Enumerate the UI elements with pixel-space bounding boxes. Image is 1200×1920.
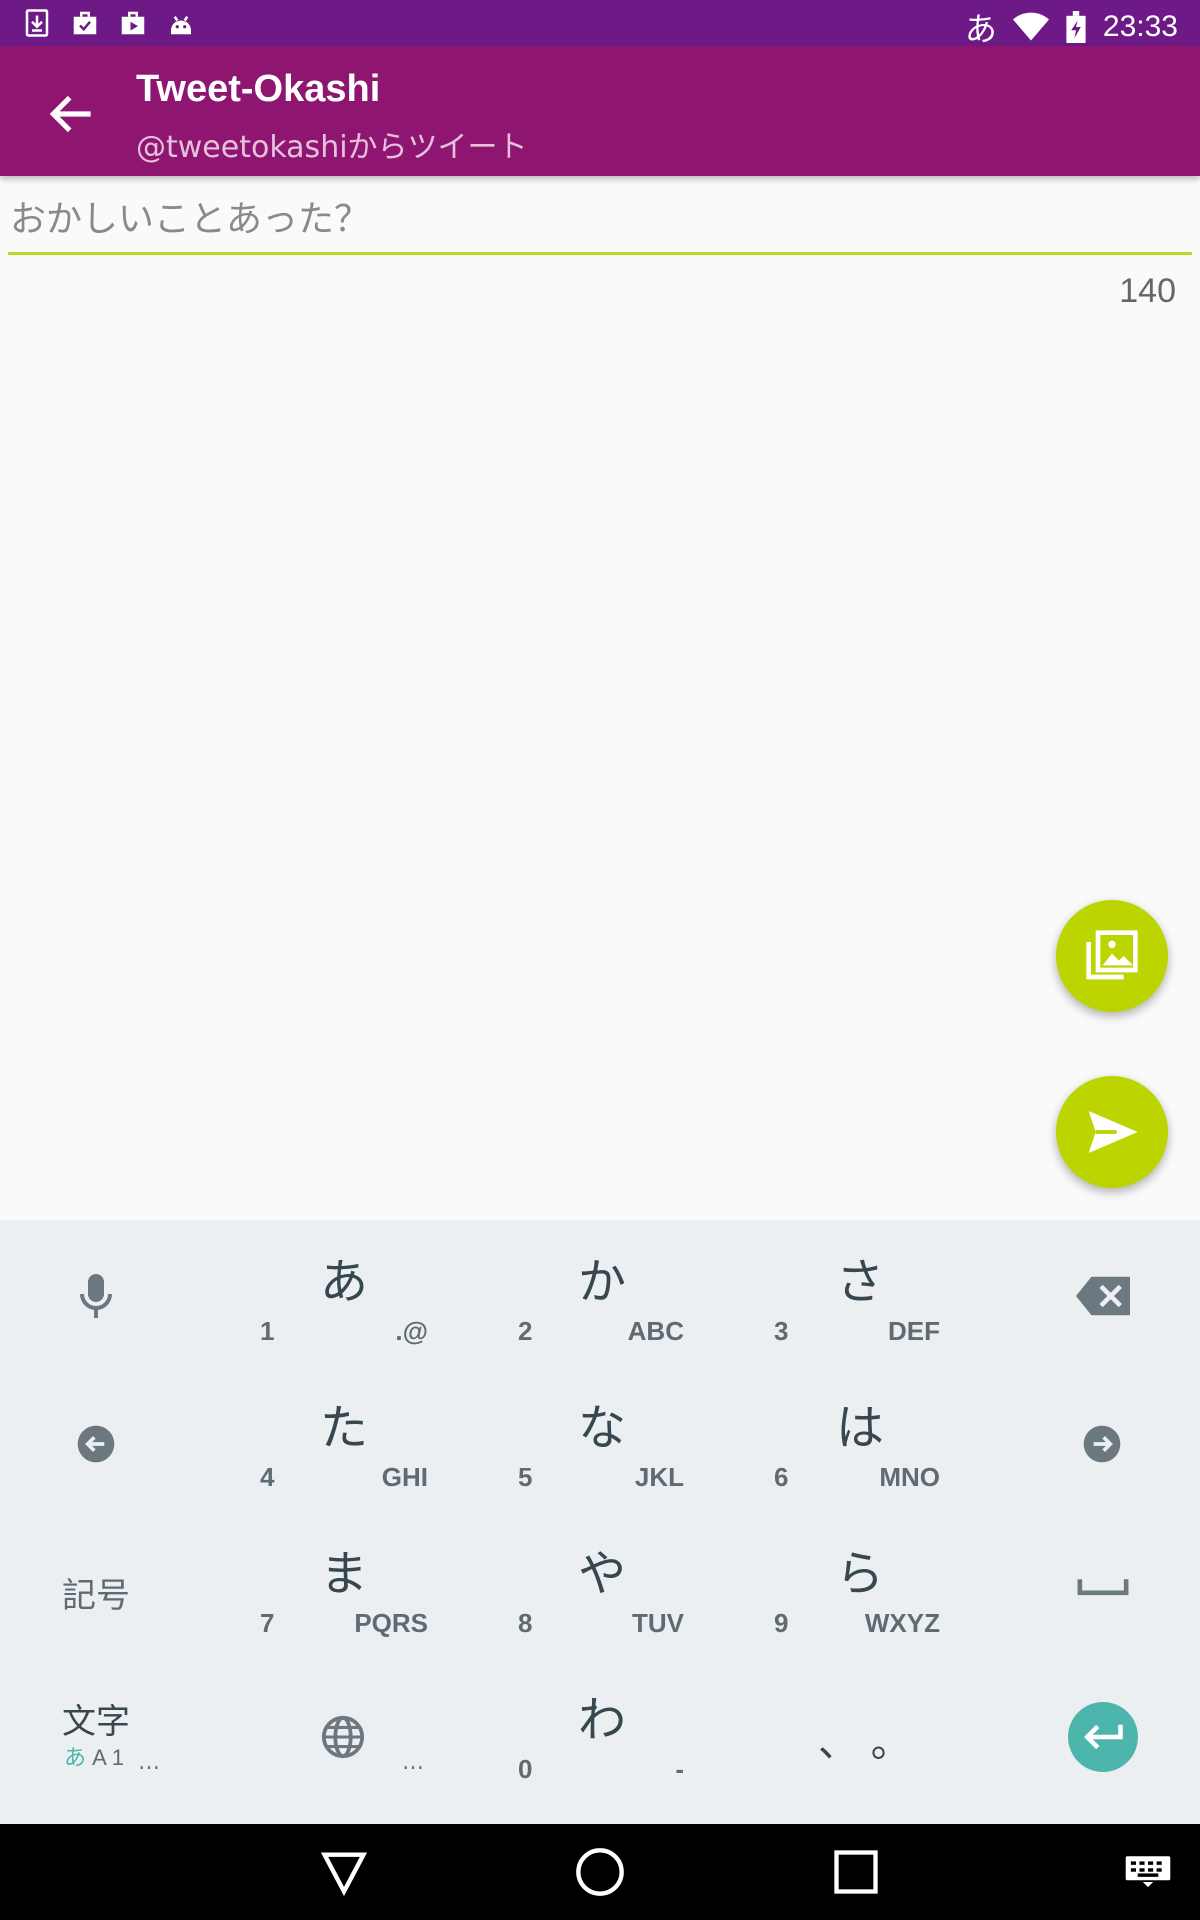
wifi-icon [1012,12,1049,41]
image-gallery-icon [1086,930,1138,980]
cursor-left-icon[interactable] [76,1424,116,1464]
nav-recents-icon[interactable] [830,1846,882,1898]
add-image-button[interactable] [1056,900,1168,1012]
clock: 23:33 [1102,10,1178,43]
page-subtitle: @tweetokashiからツイート [136,130,528,165]
play-store-icon [121,11,145,35]
clipboard-check-icon [73,11,97,35]
navigation-bar [0,1824,1200,1920]
nav-back-icon[interactable] [318,1846,370,1898]
globe-icon[interactable] [320,1714,366,1760]
globe-ellipsis: … [402,1750,424,1775]
mode-ellipsis: … [138,1750,160,1775]
download-icon [25,9,49,37]
soft-keyboard: 記号 文字 あ A 1 … あ 1 .@ か 2 ABC さ 3 DEF た 4… [0,1220,1200,1824]
microphone-icon[interactable] [76,1272,116,1320]
symbol-key[interactable]: 記号 [62,1568,130,1617]
cursor-right-icon[interactable] [1082,1424,1122,1464]
input-mode-sub: あ A 1 [64,1745,124,1770]
back-arrow-icon[interactable] [44,86,100,142]
send-tweet-button[interactable] [1056,1076,1168,1188]
keyboard-switch-icon[interactable] [1124,1846,1172,1894]
send-icon [1088,1111,1138,1153]
backspace-icon[interactable] [1076,1276,1130,1316]
battery-charging-icon [1066,11,1086,43]
ime-indicator: あ [964,10,997,48]
tweet-input[interactable] [8,186,1192,252]
page-title: Tweet-Okashi [136,68,381,110]
enter-button[interactable] [1068,1702,1138,1772]
char-counter: 140 [1119,272,1176,310]
status-bar: あ 23:33 [0,0,1200,48]
space-icon[interactable] [1076,1576,1130,1598]
key-punctuation[interactable]: 、 。 [818,1710,911,1768]
input-mode-key[interactable]: 文字 [62,1694,130,1743]
enter-icon [1084,1724,1123,1750]
tweet-input-container [8,186,1192,255]
app-bar: Tweet-Okashi @tweetokashiからツイート [0,46,1200,176]
nav-home-icon[interactable] [574,1846,626,1898]
android-debug-icon [171,16,191,35]
